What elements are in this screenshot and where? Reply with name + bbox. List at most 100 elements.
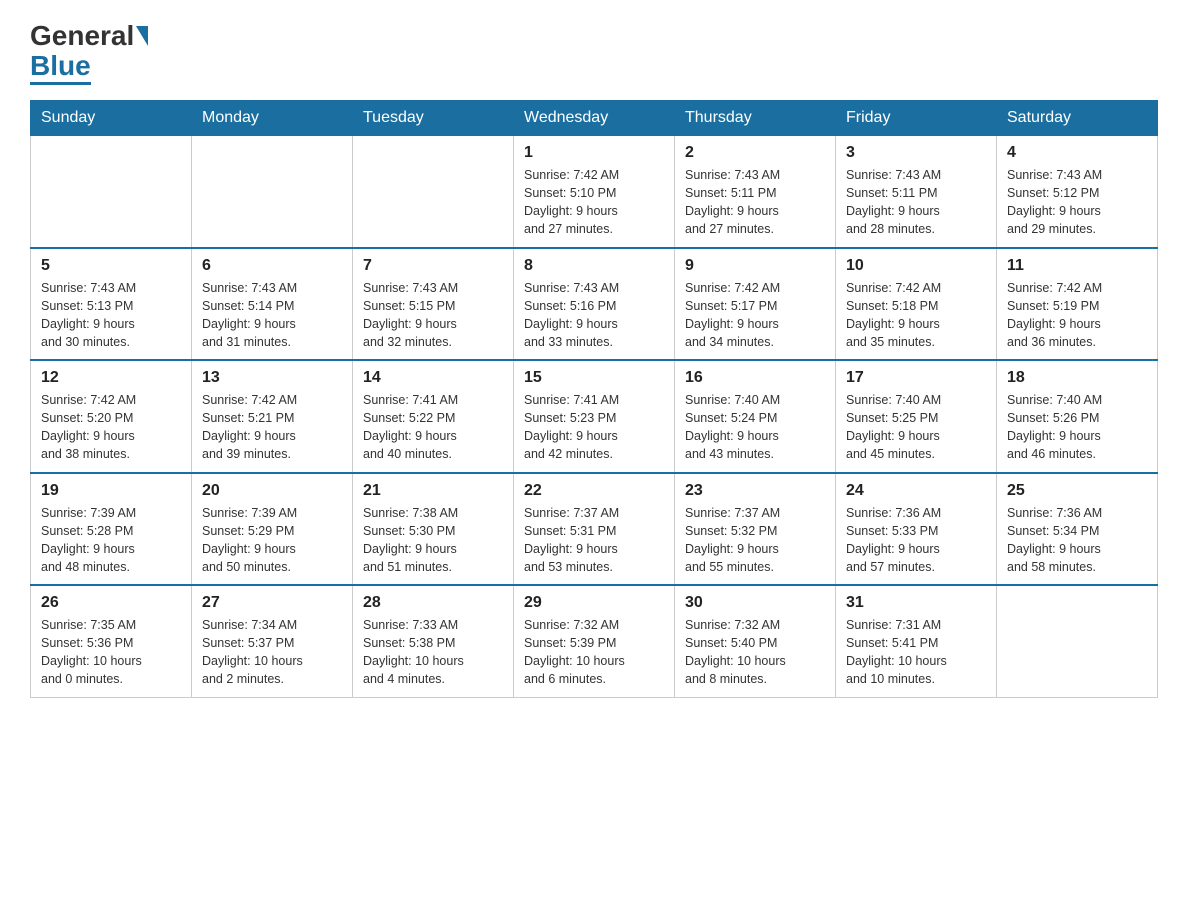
day-info: Sunrise: 7:42 AM Sunset: 5:21 PM Dayligh… [202,391,342,464]
day-number: 26 [41,594,181,612]
weekday-header-tuesday: Tuesday [353,101,514,136]
day-number: 5 [41,257,181,275]
calendar-cell: 18Sunrise: 7:40 AM Sunset: 5:26 PM Dayli… [997,360,1158,473]
day-number: 16 [685,369,825,387]
day-number: 24 [846,482,986,500]
day-info: Sunrise: 7:43 AM Sunset: 5:14 PM Dayligh… [202,279,342,352]
day-info: Sunrise: 7:42 AM Sunset: 5:20 PM Dayligh… [41,391,181,464]
day-info: Sunrise: 7:42 AM Sunset: 5:19 PM Dayligh… [1007,279,1147,352]
day-info: Sunrise: 7:43 AM Sunset: 5:15 PM Dayligh… [363,279,503,352]
calendar-cell: 10 Sunrise: 7:42 AM Sunset: 5:18 PM Dayli… [836,248,997,361]
calendar-week-row: 5 Sunrise: 7:43 AM Sunset: 5:13 PM Daylig… [31,248,1158,361]
calendar-cell: 29 Sunrise: 7:32 AM Sunset: 5:39 PM Dayli… [514,585,675,697]
calendar-cell: 20 Sunrise: 7:39 AM Sunset: 5:29 PM Dayli… [192,473,353,586]
day-number: 11 [1007,257,1147,275]
day-number: 18 [1007,369,1147,387]
day-info: Sunrise: 7:41 AM Sunset: 5:23 PM Dayligh… [524,391,664,464]
day-number: 21 [363,482,503,500]
calendar-cell: 5 Sunrise: 7:43 AM Sunset: 5:13 PM Daylig… [31,248,192,361]
day-info: Sunrise: 7:38 AM Sunset: 5:30 PM Dayligh… [363,504,503,577]
calendar-cell: 4Sunrise: 7:43 AM Sunset: 5:12 PM Daylig… [997,136,1158,248]
day-number: 7 [363,257,503,275]
weekday-header-sunday: Sunday [31,101,192,136]
calendar-week-row: 26 Sunrise: 7:35 AM Sunset: 5:36 PM Dayli… [31,585,1158,697]
calendar-cell: 13Sunrise: 7:42 AM Sunset: 5:21 PM Dayli… [192,360,353,473]
day-number: 10 [846,257,986,275]
calendar-cell: 26 Sunrise: 7:35 AM Sunset: 5:36 PM Dayli… [31,585,192,697]
calendar-cell: 19 Sunrise: 7:39 AM Sunset: 5:28 PM Dayli… [31,473,192,586]
day-number: 31 [846,594,986,612]
day-number: 20 [202,482,342,500]
day-info: Sunrise: 7:43 AM Sunset: 5:11 PM Dayligh… [685,166,825,239]
day-info: Sunrise: 7:43 AM Sunset: 5:11 PM Dayligh… [846,166,986,239]
day-info: Sunrise: 7:43 AM Sunset: 5:16 PM Dayligh… [524,279,664,352]
calendar-cell: 15Sunrise: 7:41 AM Sunset: 5:23 PM Dayli… [514,360,675,473]
logo-general: General [30,20,134,52]
calendar-cell: 17 Sunrise: 7:40 AM Sunset: 5:25 PM Dayli… [836,360,997,473]
day-info: Sunrise: 7:42 AM Sunset: 5:17 PM Dayligh… [685,279,825,352]
logo-chevron-icon [136,26,148,46]
day-number: 17 [846,369,986,387]
weekday-header-saturday: Saturday [997,101,1158,136]
calendar-cell [192,136,353,248]
day-info: Sunrise: 7:34 AM Sunset: 5:37 PM Dayligh… [202,616,342,689]
day-number: 30 [685,594,825,612]
day-info: Sunrise: 7:32 AM Sunset: 5:39 PM Dayligh… [524,616,664,689]
calendar-cell: 14 Sunrise: 7:41 AM Sunset: 5:22 PM Dayli… [353,360,514,473]
calendar-cell [353,136,514,248]
day-number: 27 [202,594,342,612]
calendar-cell: 25Sunrise: 7:36 AM Sunset: 5:34 PM Dayli… [997,473,1158,586]
calendar-cell: 2 Sunrise: 7:43 AM Sunset: 5:11 PM Daylig… [675,136,836,248]
day-number: 14 [363,369,503,387]
calendar-week-row: 12 Sunrise: 7:42 AM Sunset: 5:20 PM Dayli… [31,360,1158,473]
day-number: 23 [685,482,825,500]
weekday-header-thursday: Thursday [675,101,836,136]
calendar-cell: 11 Sunrise: 7:42 AM Sunset: 5:19 PM Dayli… [997,248,1158,361]
calendar-cell: 1 Sunrise: 7:42 AM Sunset: 5:10 PM Daylig… [514,136,675,248]
calendar-cell: 12 Sunrise: 7:42 AM Sunset: 5:20 PM Dayli… [31,360,192,473]
day-info: Sunrise: 7:42 AM Sunset: 5:10 PM Dayligh… [524,166,664,239]
day-info: Sunrise: 7:41 AM Sunset: 5:22 PM Dayligh… [363,391,503,464]
day-info: Sunrise: 7:40 AM Sunset: 5:25 PM Dayligh… [846,391,986,464]
weekday-header-wednesday: Wednesday [514,101,675,136]
calendar-week-row: 19 Sunrise: 7:39 AM Sunset: 5:28 PM Dayli… [31,473,1158,586]
day-number: 29 [524,594,664,612]
day-number: 6 [202,257,342,275]
calendar-cell: 24 Sunrise: 7:36 AM Sunset: 5:33 PM Dayli… [836,473,997,586]
day-info: Sunrise: 7:40 AM Sunset: 5:24 PM Dayligh… [685,391,825,464]
calendar-table: SundayMondayTuesdayWednesdayThursdayFrid… [30,100,1158,698]
day-number: 12 [41,369,181,387]
day-info: Sunrise: 7:32 AM Sunset: 5:40 PM Dayligh… [685,616,825,689]
day-info: Sunrise: 7:37 AM Sunset: 5:32 PM Dayligh… [685,504,825,577]
calendar-cell: 3 Sunrise: 7:43 AM Sunset: 5:11 PM Daylig… [836,136,997,248]
weekday-header-friday: Friday [836,101,997,136]
logo-blue: Blue [30,50,91,85]
day-info: Sunrise: 7:39 AM Sunset: 5:29 PM Dayligh… [202,504,342,577]
page-header: General Blue [30,20,1158,82]
day-number: 19 [41,482,181,500]
day-number: 2 [685,144,825,162]
day-info: Sunrise: 7:42 AM Sunset: 5:18 PM Dayligh… [846,279,986,352]
day-info: Sunrise: 7:36 AM Sunset: 5:33 PM Dayligh… [846,504,986,577]
day-info: Sunrise: 7:36 AM Sunset: 5:34 PM Dayligh… [1007,504,1147,577]
calendar-cell: 8 Sunrise: 7:43 AM Sunset: 5:16 PM Daylig… [514,248,675,361]
calendar-cell: 23 Sunrise: 7:37 AM Sunset: 5:32 PM Dayli… [675,473,836,586]
calendar-cell: 6 Sunrise: 7:43 AM Sunset: 5:14 PM Daylig… [192,248,353,361]
day-number: 1 [524,144,664,162]
calendar-cell: 28 Sunrise: 7:33 AM Sunset: 5:38 PM Dayli… [353,585,514,697]
day-info: Sunrise: 7:39 AM Sunset: 5:28 PM Dayligh… [41,504,181,577]
calendar-cell: 7 Sunrise: 7:43 AM Sunset: 5:15 PM Daylig… [353,248,514,361]
day-number: 3 [846,144,986,162]
day-info: Sunrise: 7:33 AM Sunset: 5:38 PM Dayligh… [363,616,503,689]
day-info: Sunrise: 7:37 AM Sunset: 5:31 PM Dayligh… [524,504,664,577]
day-number: 8 [524,257,664,275]
calendar-cell: 9 Sunrise: 7:42 AM Sunset: 5:17 PM Daylig… [675,248,836,361]
day-info: Sunrise: 7:35 AM Sunset: 5:36 PM Dayligh… [41,616,181,689]
calendar-cell: 27 Sunrise: 7:34 AM Sunset: 5:37 PM Dayli… [192,585,353,697]
day-number: 9 [685,257,825,275]
day-info: Sunrise: 7:43 AM Sunset: 5:13 PM Dayligh… [41,279,181,352]
calendar-cell: 31Sunrise: 7:31 AM Sunset: 5:41 PM Dayli… [836,585,997,697]
day-number: 28 [363,594,503,612]
logo: General Blue [30,20,148,82]
weekday-header-monday: Monday [192,101,353,136]
